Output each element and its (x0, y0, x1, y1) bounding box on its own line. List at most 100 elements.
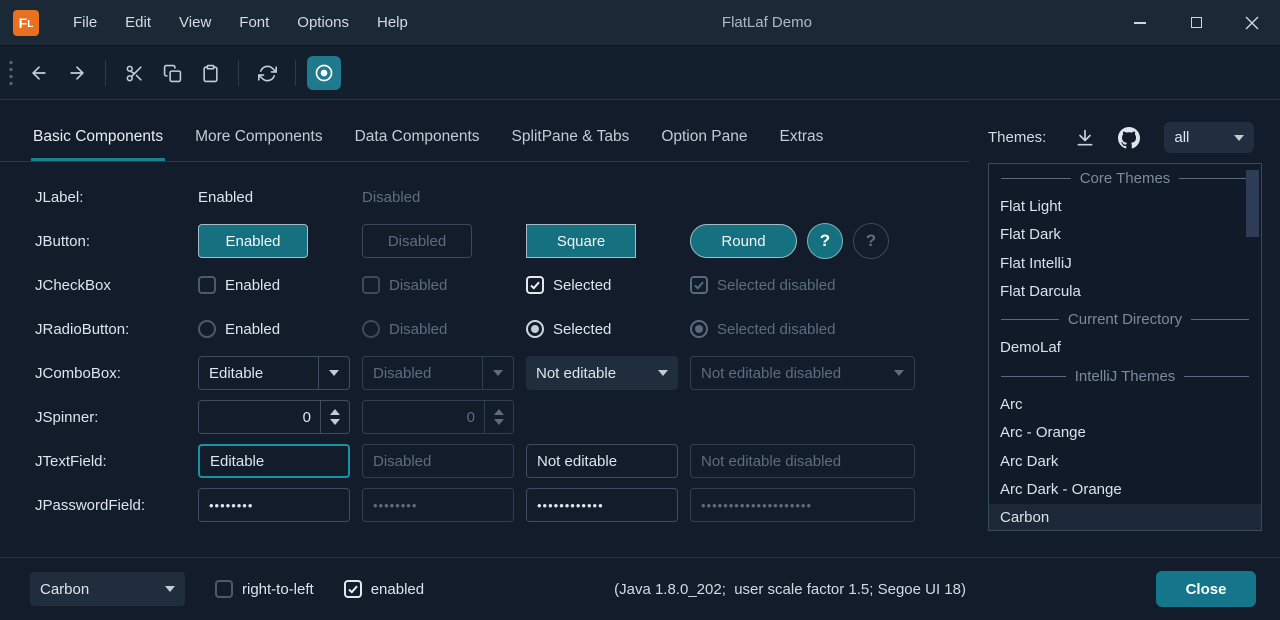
combobox-not-editable[interactable]: Not editable (526, 356, 678, 390)
textfield-editable[interactable] (198, 444, 350, 478)
refresh-button[interactable] (250, 56, 284, 90)
checkbox-selected-disabled-label: Selected disabled (717, 277, 835, 294)
enabled-button[interactable]: Enabled (198, 224, 308, 258)
jtextfield-row: JTextField: (35, 439, 975, 483)
combobox-not-editable-disabled: Not editable disabled (690, 356, 915, 390)
back-button[interactable] (22, 56, 56, 90)
theme-item-arc-dark-orange[interactable]: Arc Dark - Orange (989, 475, 1261, 503)
jbutton-row: JButton: Enabled Disabled Square Round ?… (35, 219, 975, 263)
radio-selected[interactable] (526, 320, 544, 338)
right-to-left-label: right-to-left (242, 581, 314, 598)
checkbox-enabled[interactable] (198, 276, 216, 294)
theme-item-flat-intellij[interactable]: Flat IntelliJ (989, 249, 1261, 277)
copy-icon (163, 64, 182, 83)
radio-selected-label: Selected (553, 321, 611, 338)
close-icon (1245, 16, 1259, 30)
right-to-left-checkbox[interactable] (215, 580, 233, 598)
passwordfield-editable[interactable] (198, 488, 350, 522)
spinner-down-icon[interactable] (330, 419, 340, 425)
tab-data-components[interactable]: Data Components (339, 113, 496, 161)
textfield-not-editable[interactable] (526, 444, 678, 478)
theme-group-header: Core Themes (989, 164, 1261, 192)
enabled-checkbox-group: enabled (344, 580, 424, 598)
check-icon (347, 583, 359, 595)
jcombobox-label: JComboBox: (35, 365, 198, 382)
paste-button[interactable] (193, 56, 227, 90)
rtl-checkbox-group: right-to-left (215, 580, 314, 598)
enabled-checkbox[interactable] (344, 580, 362, 598)
main-tabbar: Basic Components More Components Data Co… (0, 113, 970, 162)
minimize-icon (1134, 22, 1146, 24)
theme-filter-combobox[interactable]: all (1164, 122, 1254, 153)
arrow-left-icon (29, 63, 49, 83)
theme-item-arc[interactable]: Arc (989, 390, 1261, 418)
close-button[interactable]: Close (1156, 571, 1256, 607)
chevron-down-icon (493, 370, 503, 376)
radio-disabled-label: Disabled (389, 321, 447, 338)
checkbox-selected[interactable] (526, 276, 544, 294)
spinner-up-icon[interactable] (330, 409, 340, 415)
jcheckbox-row: JCheckBox Enabled Disabled Selected Sele… (35, 263, 975, 307)
theme-item-demolaf[interactable]: DemoLaf (989, 334, 1261, 362)
menu-view[interactable]: View (165, 0, 225, 45)
tab-option-pane[interactable]: Option Pane (645, 113, 763, 161)
round-button[interactable]: Round (690, 224, 797, 258)
radio-enabled-label: Enabled (225, 321, 280, 338)
theme-item-arc-dark[interactable]: Arc Dark (989, 447, 1261, 475)
theme-item-carbon[interactable]: Carbon (989, 504, 1261, 531)
clipboard-icon (201, 64, 220, 83)
app-logo-icon: FL (13, 10, 39, 36)
passwordfield-not-editable[interactable] (526, 488, 678, 522)
tab-basic-components[interactable]: Basic Components (17, 113, 179, 161)
combobox-editable[interactable]: Editable (198, 356, 350, 390)
spinner-arrows[interactable] (320, 401, 349, 433)
passwordfield-not-editable-disabled (690, 488, 915, 522)
copy-button[interactable] (155, 56, 189, 90)
enabled-label: enabled (371, 581, 424, 598)
theme-item-arc-orange[interactable]: Arc - Orange (989, 419, 1261, 447)
theme-filter-value: all (1174, 129, 1234, 146)
menu-edit[interactable]: Edit (111, 0, 165, 45)
checkbox-selected-disabled (690, 276, 708, 294)
jpasswordfield-row: JPasswordField: (35, 483, 975, 527)
download-themes-button[interactable] (1070, 123, 1100, 153)
chevron-down-icon (658, 370, 668, 376)
radio-enabled[interactable] (198, 320, 216, 338)
textfield-not-editable-disabled (690, 444, 915, 478)
scissors-icon (125, 64, 144, 83)
minimize-button[interactable] (1112, 0, 1168, 46)
disabled-button: Disabled (362, 224, 472, 258)
menu-font[interactable]: Font (225, 0, 283, 45)
cut-button[interactable] (117, 56, 151, 90)
close-window-button[interactable] (1224, 0, 1280, 46)
help-button[interactable]: ? (807, 223, 843, 259)
jradiobutton-row: JRadioButton: Enabled Disabled Selected … (35, 307, 975, 351)
square-button[interactable]: Square (526, 224, 636, 258)
tab-more-components[interactable]: More Components (179, 113, 339, 161)
theme-item-flat-darcula[interactable]: Flat Darcula (989, 277, 1261, 305)
show-details-toggle-button[interactable] (307, 56, 341, 90)
menu-options[interactable]: Options (283, 0, 363, 45)
menu-file[interactable]: File (59, 0, 111, 45)
spinner-disabled: 0 (362, 400, 514, 434)
eye-icon (314, 63, 334, 83)
arrow-right-icon (67, 63, 87, 83)
toolbar-grip-handle[interactable] (8, 60, 14, 86)
maximize-button[interactable] (1168, 0, 1224, 46)
tab-extras[interactable]: Extras (764, 113, 840, 161)
theme-select-combobox[interactable]: Carbon (30, 572, 185, 606)
theme-item-flat-dark[interactable]: Flat Dark (989, 221, 1261, 249)
menu-help[interactable]: Help (363, 0, 422, 45)
theme-item-flat-light[interactable]: Flat Light (989, 192, 1261, 220)
radio-disabled (362, 320, 380, 338)
spinner-up-icon (494, 409, 504, 415)
tab-splitpane-tabs[interactable]: SplitPane & Tabs (496, 113, 646, 161)
forward-button[interactable] (60, 56, 94, 90)
github-link-button[interactable] (1114, 123, 1144, 153)
themes-list-scrollbar[interactable] (1246, 170, 1259, 237)
checkbox-disabled (362, 276, 380, 294)
themes-header: Themes: all (975, 113, 1280, 162)
combobox-disabled: Disabled (362, 356, 514, 390)
jcheckbox-label: JCheckBox (35, 277, 198, 294)
spinner-enabled[interactable]: 0 (198, 400, 350, 434)
